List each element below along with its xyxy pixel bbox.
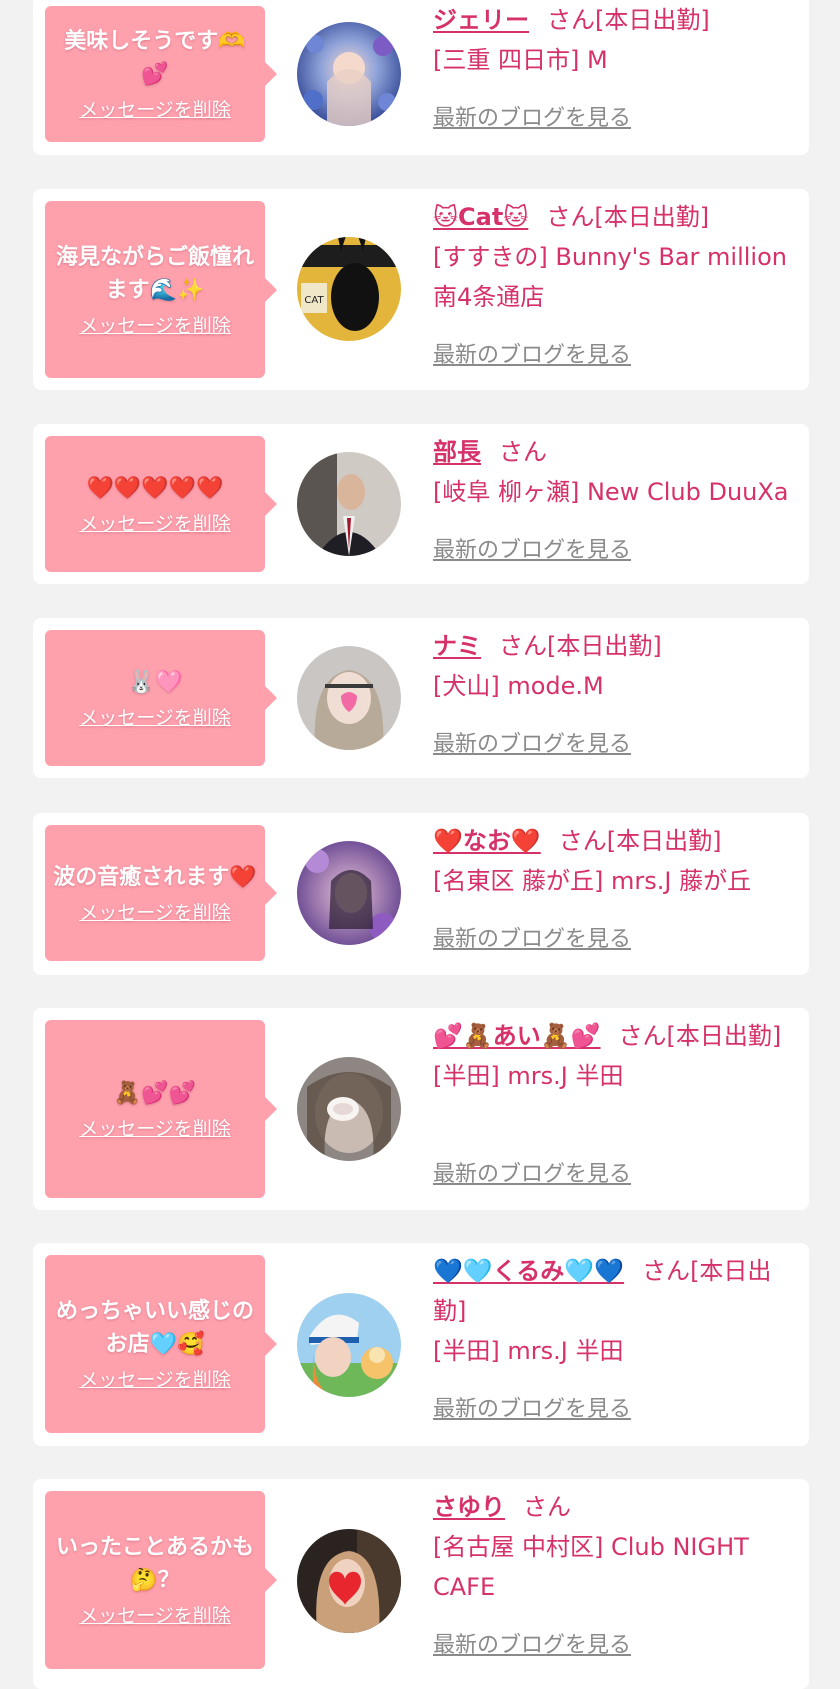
latest-blog-link[interactable]: 最新のブログを見る xyxy=(433,726,631,758)
message-text: 海見ながらご飯憧れます🌊✨ xyxy=(55,244,254,303)
delete-message-link[interactable]: メッセージを削除 xyxy=(79,705,231,731)
delete-message-link[interactable]: メッセージを削除 xyxy=(79,900,231,926)
latest-blog-link[interactable]: 最新のブログを見る xyxy=(433,1627,631,1659)
message-bubble: 波の音癒されます❤️ メッセージを削除 xyxy=(45,825,277,961)
avatar[interactable] xyxy=(297,22,401,126)
delete-message-link[interactable]: メッセージを削除 xyxy=(79,1603,231,1629)
message-bubble: 🧸💕💕 メッセージを削除 xyxy=(45,1020,277,1198)
shop-name: [名古屋 中村区] Club NIGHT CAFE xyxy=(433,1533,749,1601)
avatar[interactable] xyxy=(297,841,401,945)
entry-info: ジェリー さん[本日出勤] [三重 四日市] M 最新のブログを見る xyxy=(433,0,797,150)
latest-blog-link[interactable]: 最新のブログを見る xyxy=(433,100,631,132)
delete-message-link[interactable]: メッセージを削除 xyxy=(79,313,231,339)
cast-name-link[interactable]: 💕🧸あい🧸💕 xyxy=(433,1022,601,1050)
entry-title: ジェリー さん[本日出勤] xyxy=(433,0,797,40)
delete-message-link[interactable]: メッセージを削除 xyxy=(79,97,231,123)
honorific: さん xyxy=(546,203,595,231)
cast-name-link[interactable]: ジェリー xyxy=(433,6,529,34)
message-text: 🧸💕💕 xyxy=(113,1080,197,1106)
latest-blog-link[interactable]: 最新のブログを見る xyxy=(433,921,631,953)
entry-title: 💕🧸あい🧸💕 さん[本日出勤] xyxy=(433,1016,797,1056)
latest-blog-link[interactable]: 最新のブログを見る xyxy=(433,1391,631,1423)
list-item: 🐰🩷 メッセージを削除 ナミ さん[本日出勤] [犬山] mode.M 最新のブロ… xyxy=(33,618,809,778)
honorific: さん xyxy=(642,1257,691,1285)
svg-text:CAT: CAT xyxy=(304,295,324,306)
entry-info: 💙🩵くるみ🩵💙 さん[本日出勤] [半田] mrs.J 半田 最新のブログを見る xyxy=(433,1251,797,1441)
entry-info: 💕🧸あい🧸💕 さん[本日出勤] [半田] mrs.J 半田 最新のブログを見る xyxy=(433,1016,797,1206)
entry-info: 🐱Cat🐱 さん[本日出勤] [すすきの] Bunny's Bar million… xyxy=(433,197,797,387)
entry-title: ナミ さん[本日出勤] xyxy=(433,626,797,666)
cast-name-link[interactable]: 💙🩵くるみ🩵💙 xyxy=(433,1257,624,1285)
status-badge: [本日出勤] xyxy=(595,6,710,34)
message-bubble: 🐰🩷 メッセージを削除 xyxy=(45,630,277,766)
shop-name: [すすきの] Bunny's Bar million 南4条通店 xyxy=(433,243,787,311)
cast-name-link[interactable]: ナミ xyxy=(433,632,481,660)
honorific: さん xyxy=(523,1493,571,1521)
message-bubble: 美味しそうです🫶💕 メッセージを削除 xyxy=(45,6,277,142)
honorific: さん xyxy=(499,632,547,660)
entry-title: さゆり さん xyxy=(433,1487,797,1527)
entry-title: 部長 さん xyxy=(433,432,797,472)
status-badge: [本日出勤] xyxy=(594,203,710,231)
latest-blog-link[interactable]: 最新のブログを見る xyxy=(433,337,631,369)
shop-name: [三重 四日市] M xyxy=(433,46,608,74)
shop-name: [半田] mrs.J 半田 xyxy=(433,1062,624,1090)
status-badge: [本日出勤] xyxy=(606,827,722,855)
honorific: さん xyxy=(558,827,607,855)
message-text: いったことあるかも🤔？ xyxy=(55,1535,254,1593)
entry-title: 🐱Cat🐱 さん[本日出勤] xyxy=(433,197,797,237)
cast-name-link[interactable]: 部長 xyxy=(433,438,481,466)
shop-name: [犬山] mode.M xyxy=(433,672,604,700)
honorific: さん xyxy=(618,1022,667,1050)
message-bubble: ❤️❤️❤️❤️❤️ メッセージを削除 xyxy=(45,436,277,572)
avatar[interactable] xyxy=(297,1057,401,1161)
list-item: 美味しそうです🫶💕 メッセージを削除 ジェリー さん[本日出勤] [三重 四日市]… xyxy=(33,0,809,155)
message-text: 🐰🩷 xyxy=(127,669,183,695)
entry-info: ❤️なお❤️ さん[本日出勤] [名東区 藤が丘] mrs.J 藤が丘 最新のブロ… xyxy=(433,821,797,971)
latest-blog-link[interactable]: 最新のブログを見る xyxy=(433,532,631,564)
cast-name-link[interactable]: さゆり xyxy=(433,1493,505,1521)
status-badge: [本日出勤] xyxy=(666,1022,782,1050)
avatar[interactable] xyxy=(297,1529,401,1633)
entry-title: ❤️なお❤️ さん[本日出勤] xyxy=(433,821,797,861)
latest-blog-link[interactable]: 最新のブログを見る xyxy=(433,1156,631,1188)
list-item: ❤️❤️❤️❤️❤️ メッセージを削除 部長 さん [岐阜 柳ヶ瀬] New Cl… xyxy=(33,424,809,584)
entry-info: さゆり さん [名古屋 中村区] Club NIGHT CAFE 最新のブログを見… xyxy=(433,1487,797,1677)
avatar[interactable] xyxy=(297,646,401,750)
message-text: めっちゃいい感じのお店🩵🥰 xyxy=(55,1299,254,1357)
avatar[interactable] xyxy=(297,1293,401,1397)
honorific: さん xyxy=(499,438,547,466)
shop-name: [半田] mrs.J 半田 xyxy=(433,1337,624,1365)
message-text: ❤️❤️❤️❤️❤️ xyxy=(86,475,224,501)
list-item: めっちゃいい感じのお店🩵🥰 メッセージを削除 💙🩵くるみ🩵💙 さん[本日出勤] [… xyxy=(33,1243,809,1446)
delete-message-link[interactable]: メッセージを削除 xyxy=(79,1367,231,1393)
shop-name: [名東区 藤が丘] mrs.J 藤が丘 xyxy=(433,867,752,895)
entry-title: 💙🩵くるみ🩵💙 さん[本日出勤] xyxy=(433,1251,797,1331)
delete-message-link[interactable]: メッセージを削除 xyxy=(79,1116,231,1142)
cast-name-link[interactable]: 🐱Cat🐱 xyxy=(433,203,528,231)
list-item: いったことあるかも🤔？ メッセージを削除 さゆり さん [名古屋 中村区] Clu… xyxy=(33,1479,809,1689)
message-bubble: めっちゃいい感じのお店🩵🥰 メッセージを削除 xyxy=(45,1255,277,1433)
message-bubble: 海見ながらご飯憧れます🌊✨ メッセージを削除 xyxy=(45,201,277,378)
message-text: 美味しそうです🫶💕 xyxy=(64,29,246,87)
list-item: 海見ながらご飯憧れます🌊✨ メッセージを削除 CAT 🐱Cat🐱 さん[本日出勤]… xyxy=(33,189,809,390)
entry-info: ナミ さん[本日出勤] [犬山] mode.M 最新のブログを見る xyxy=(433,626,797,776)
status-badge: [本日出勤] xyxy=(547,632,662,660)
avatar[interactable]: CAT xyxy=(297,237,401,341)
shop-name: [岐阜 柳ヶ瀬] New Club DuuXa xyxy=(433,478,789,506)
honorific: さん xyxy=(547,6,595,34)
cast-name-link[interactable]: ❤️なお❤️ xyxy=(433,827,541,855)
entry-info: 部長 さん [岐阜 柳ヶ瀬] New Club DuuXa 最新のブログを見る xyxy=(433,432,797,582)
list-item: 🧸💕💕 メッセージを削除 💕🧸あい🧸💕 さん[本日出勤] [半田] mrs.J 半… xyxy=(33,1008,809,1210)
delete-message-link[interactable]: メッセージを削除 xyxy=(79,511,231,537)
message-list: 美味しそうです🫶💕 メッセージを削除 ジェリー さん[本日出勤] [三重 四日市]… xyxy=(0,0,840,1689)
message-bubble: いったことあるかも🤔？ メッセージを削除 xyxy=(45,1491,277,1669)
message-text: 波の音癒されます❤️ xyxy=(53,864,257,890)
avatar[interactable] xyxy=(297,452,401,556)
list-item: 波の音癒されます❤️ メッセージを削除 ❤️なお❤️ さん[本日出勤] [名東区 … xyxy=(33,813,809,975)
